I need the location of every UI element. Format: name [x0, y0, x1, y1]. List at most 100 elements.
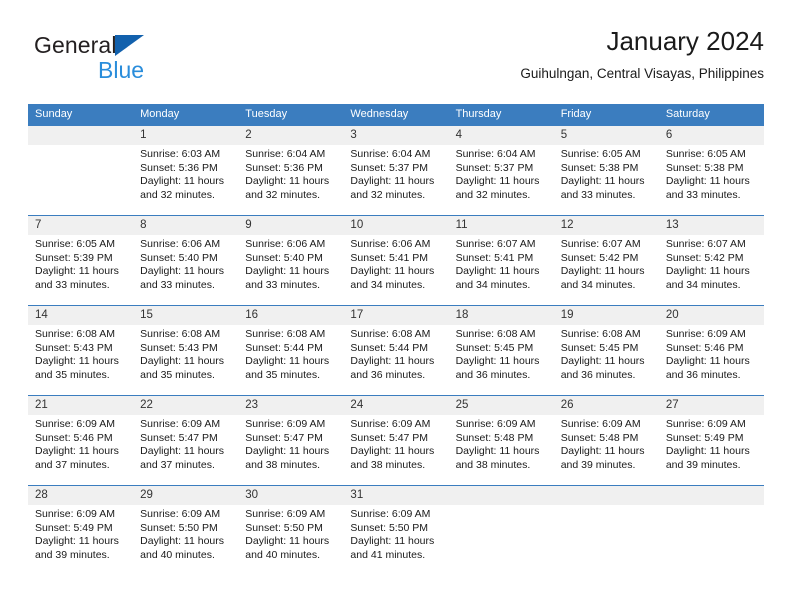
- day-number[interactable]: 19: [554, 306, 659, 325]
- day-number[interactable]: 3: [343, 126, 448, 145]
- sunset-text: Sunset: 5:44 PM: [350, 341, 429, 354]
- day-number[interactable]: 21: [28, 396, 133, 415]
- week-daynumber-band: 28 29 30 31: [28, 486, 764, 505]
- day-number[interactable]: 31: [343, 486, 448, 505]
- day-cell[interactable]: Sunrise: 6:03 AM Sunset: 5:36 PM Dayligh…: [133, 145, 238, 215]
- sunset-text: Sunset: 5:47 PM: [245, 431, 323, 444]
- day-cell[interactable]: Sunrise: 6:08 AM Sunset: 5:44 PM Dayligh…: [238, 325, 343, 395]
- week-detail-row: Sunrise: 6:03 AM Sunset: 5:36 PM Dayligh…: [28, 145, 764, 215]
- day-cell[interactable]: Sunrise: 6:08 AM Sunset: 5:43 PM Dayligh…: [133, 325, 238, 395]
- day-cell[interactable]: Sunrise: 6:09 AM Sunset: 5:49 PM Dayligh…: [659, 415, 764, 485]
- day-number[interactable]: 2: [238, 126, 343, 145]
- sunset-text: Sunset: 5:38 PM: [665, 161, 744, 174]
- day-cell[interactable]: Sunrise: 6:09 AM Sunset: 5:47 PM Dayligh…: [133, 415, 238, 485]
- day-cell[interactable]: Sunrise: 6:07 AM Sunset: 5:42 PM Dayligh…: [659, 235, 764, 305]
- day-cell[interactable]: [449, 505, 554, 575]
- day-cell[interactable]: Sunrise: 6:09 AM Sunset: 5:47 PM Dayligh…: [343, 415, 448, 485]
- day-number[interactable]: 4: [449, 126, 554, 145]
- day-number[interactable]: 7: [28, 216, 133, 235]
- day-cell[interactable]: Sunrise: 6:08 AM Sunset: 5:45 PM Dayligh…: [449, 325, 554, 395]
- daylight-text-line2: and 34 minutes.: [560, 278, 636, 291]
- day-cell[interactable]: Sunrise: 6:07 AM Sunset: 5:41 PM Dayligh…: [449, 235, 554, 305]
- daylight-text-line1: Daylight: 11 hours: [140, 175, 224, 188]
- day-number[interactable]: 26: [554, 396, 659, 415]
- day-number[interactable]: 8: [133, 216, 238, 235]
- sunset-text: Sunset: 5:48 PM: [560, 431, 639, 444]
- sunset-text: Sunset: 5:47 PM: [350, 431, 429, 444]
- day-number[interactable]: 6: [659, 126, 764, 145]
- day-number[interactable]: [28, 126, 133, 145]
- day-cell[interactable]: Sunrise: 6:05 AM Sunset: 5:38 PM Dayligh…: [659, 145, 764, 215]
- day-number[interactable]: 15: [133, 306, 238, 325]
- day-number[interactable]: 14: [28, 306, 133, 325]
- day-number[interactable]: 16: [238, 306, 343, 325]
- day-cell[interactable]: Sunrise: 6:04 AM Sunset: 5:37 PM Dayligh…: [343, 145, 448, 215]
- daylight-text-line1: Daylight: 11 hours: [140, 535, 224, 548]
- day-number[interactable]: [659, 486, 764, 505]
- page-title: January 2024: [606, 26, 764, 56]
- day-cell[interactable]: Sunrise: 6:06 AM Sunset: 5:40 PM Dayligh…: [238, 235, 343, 305]
- day-number[interactable]: 9: [238, 216, 343, 235]
- daylight-text-line1: Daylight: 11 hours: [245, 445, 330, 458]
- sunrise-text: Sunrise: 6:09 AM: [140, 508, 221, 520]
- day-cell[interactable]: Sunrise: 6:05 AM Sunset: 5:38 PM Dayligh…: [554, 145, 659, 215]
- day-cell[interactable]: Sunrise: 6:09 AM Sunset: 5:50 PM Dayligh…: [343, 505, 448, 575]
- day-cell[interactable]: Sunrise: 6:09 AM Sunset: 5:46 PM Dayligh…: [659, 325, 764, 395]
- day-cell[interactable]: Sunrise: 6:09 AM Sunset: 5:50 PM Dayligh…: [133, 505, 238, 575]
- sunrise-text: Sunrise: 6:04 AM: [455, 148, 536, 160]
- day-number[interactable]: 28: [28, 486, 133, 505]
- day-number[interactable]: 22: [133, 396, 238, 415]
- day-cell[interactable]: Sunrise: 6:09 AM Sunset: 5:49 PM Dayligh…: [28, 505, 133, 575]
- sunset-text: Sunset: 5:42 PM: [665, 251, 744, 264]
- day-cell[interactable]: Sunrise: 6:08 AM Sunset: 5:44 PM Dayligh…: [343, 325, 448, 395]
- sunset-text: Sunset: 5:44 PM: [245, 341, 323, 354]
- day-number[interactable]: 24: [343, 396, 448, 415]
- title-block: January 2024 Guihulngan, Central Visayas…: [520, 24, 764, 82]
- daylight-text-line2: and 33 minutes.: [35, 278, 110, 291]
- day-number[interactable]: 10: [343, 216, 448, 235]
- day-number[interactable]: 11: [449, 216, 554, 235]
- day-number[interactable]: 30: [238, 486, 343, 505]
- day-cell[interactable]: Sunrise: 6:05 AM Sunset: 5:39 PM Dayligh…: [28, 235, 133, 305]
- daylight-text-line1: Daylight: 11 hours: [35, 445, 119, 458]
- day-cell[interactable]: Sunrise: 6:09 AM Sunset: 5:46 PM Dayligh…: [28, 415, 133, 485]
- day-number[interactable]: [554, 486, 659, 505]
- day-number[interactable]: 20: [659, 306, 764, 325]
- day-cell[interactable]: Sunrise: 6:08 AM Sunset: 5:43 PM Dayligh…: [28, 325, 133, 395]
- day-number[interactable]: 25: [449, 396, 554, 415]
- day-number[interactable]: 18: [449, 306, 554, 325]
- day-number[interactable]: 13: [659, 216, 764, 235]
- daylight-text-line1: Daylight: 11 hours: [350, 175, 435, 188]
- sunset-text: Sunset: 5:43 PM: [140, 341, 218, 354]
- day-cell[interactable]: Sunrise: 6:06 AM Sunset: 5:40 PM Dayligh…: [133, 235, 238, 305]
- daylight-text-line2: and 32 minutes.: [350, 188, 426, 201]
- day-cell[interactable]: Sunrise: 6:07 AM Sunset: 5:42 PM Dayligh…: [554, 235, 659, 305]
- brand-text-blue: Blue: [98, 57, 145, 83]
- day-number[interactable]: 1: [133, 126, 238, 145]
- sunrise-text: Sunrise: 6:08 AM: [455, 328, 536, 340]
- day-cell[interactable]: Sunrise: 6:04 AM Sunset: 5:36 PM Dayligh…: [238, 145, 343, 215]
- day-number[interactable]: [449, 486, 554, 505]
- sunrise-text: Sunrise: 6:05 AM: [665, 148, 746, 160]
- day-number[interactable]: 27: [659, 396, 764, 415]
- day-cell[interactable]: [659, 505, 764, 575]
- sunset-text: Sunset: 5:50 PM: [140, 521, 218, 534]
- day-cell[interactable]: [554, 505, 659, 575]
- day-number[interactable]: 23: [238, 396, 343, 415]
- sunrise-text: Sunrise: 6:09 AM: [665, 328, 746, 340]
- daylight-text-line2: and 38 minutes.: [350, 458, 426, 471]
- day-number[interactable]: 29: [133, 486, 238, 505]
- day-cell[interactable]: Sunrise: 6:09 AM Sunset: 5:50 PM Dayligh…: [238, 505, 343, 575]
- day-cell[interactable]: Sunrise: 6:09 AM Sunset: 5:47 PM Dayligh…: [238, 415, 343, 485]
- day-cell[interactable]: [28, 145, 133, 215]
- brand-logo[interactable]: General Blue: [34, 32, 254, 88]
- week-row: 14 15 16 17 18 19 20 Sunrise: 6:08 AM Su…: [28, 305, 764, 395]
- day-number[interactable]: 17: [343, 306, 448, 325]
- day-cell[interactable]: Sunrise: 6:09 AM Sunset: 5:48 PM Dayligh…: [554, 415, 659, 485]
- day-cell[interactable]: Sunrise: 6:09 AM Sunset: 5:48 PM Dayligh…: [449, 415, 554, 485]
- day-number[interactable]: 5: [554, 126, 659, 145]
- day-cell[interactable]: Sunrise: 6:06 AM Sunset: 5:41 PM Dayligh…: [343, 235, 448, 305]
- day-cell[interactable]: Sunrise: 6:04 AM Sunset: 5:37 PM Dayligh…: [449, 145, 554, 215]
- day-cell[interactable]: Sunrise: 6:08 AM Sunset: 5:45 PM Dayligh…: [554, 325, 659, 395]
- day-number[interactable]: 12: [554, 216, 659, 235]
